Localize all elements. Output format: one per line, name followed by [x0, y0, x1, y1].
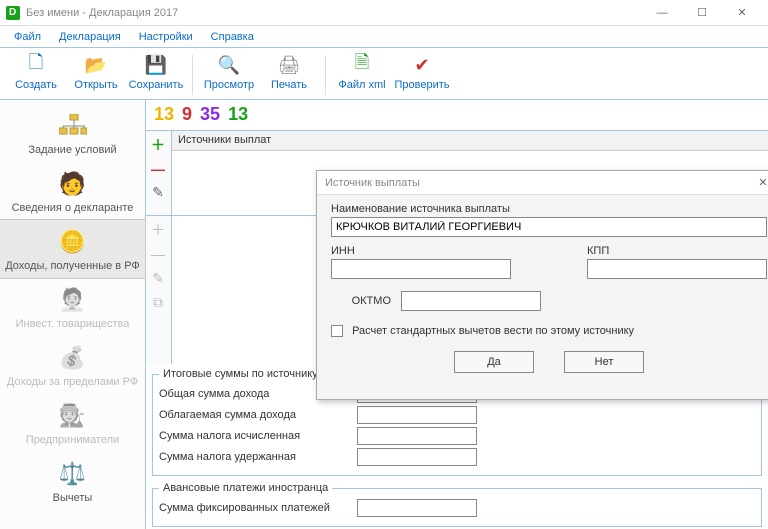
entries-buttons: ＋ ― ✎ ⧉ — [146, 216, 172, 364]
app-icon — [6, 6, 20, 20]
advance-legend: Авансовые платежи иностранца — [159, 482, 332, 494]
sidebar-item-entrepreneurs[interactable]: 🧑‍🏭 Предприниматели — [0, 394, 145, 452]
remove-entry-button[interactable]: ― — [148, 244, 168, 264]
maximize-button[interactable]: ☐ — [682, 0, 722, 26]
rate-tabs: 13 9 35 13 — [146, 100, 768, 130]
add-source-button[interactable]: ＋ — [148, 135, 168, 155]
menu-help[interactable]: Справка — [205, 29, 260, 45]
dialog-no-button[interactable]: Нет — [564, 351, 644, 373]
tax-calculated-field — [357, 427, 477, 445]
source-name-label: Наименование источника выплаты — [331, 203, 767, 215]
sources-buttons: ＋ ― ✎ — [146, 131, 172, 215]
edit-source-button[interactable]: ✎ — [148, 183, 168, 203]
fixed-payments-label: Сумма фиксированных платежей — [159, 502, 349, 514]
menu-file[interactable]: Файл — [8, 29, 47, 45]
dialog-close-button[interactable]: ✕ — [753, 176, 768, 189]
sidebar: Задание условий 🧑 Сведения о декларанте … — [0, 100, 146, 529]
kpp-input[interactable] — [587, 259, 767, 279]
print-icon: 🖨 — [277, 53, 301, 77]
menubar: Файл Декларация Настройки Справка — [0, 26, 768, 48]
titlebar: Без имени - Декларация 2017 — ☐ ✕ — [0, 0, 768, 26]
person-icon: 🧑 — [57, 168, 89, 200]
content: 13 9 35 13 ＋ ― ✎ Источники выплат ＋ ― ✎ … — [146, 100, 768, 529]
edit-entry-button[interactable]: ✎ — [148, 268, 168, 288]
toolbar-check[interactable]: ✔ Проверить — [392, 51, 452, 99]
inn-label: ИНН — [331, 245, 511, 257]
main-area: Задание условий 🧑 Сведения о декларанте … — [0, 100, 768, 529]
invest-icon: 🧑‍💼 — [57, 284, 89, 316]
copy-entry-button[interactable]: ⧉ — [148, 292, 168, 312]
toolbar-xml[interactable]: 🗎 Файл xml — [332, 51, 392, 99]
menu-settings[interactable]: Настройки — [133, 29, 199, 45]
fixed-payments-field — [357, 499, 477, 517]
remove-source-button[interactable]: ― — [148, 159, 168, 179]
toolbar-create[interactable]: 🗋 Создать — [6, 51, 66, 99]
inn-input[interactable] — [331, 259, 511, 279]
advance-fieldset: Авансовые платежи иностранца Сумма фикси… — [152, 482, 762, 527]
check-icon: ✔ — [410, 53, 434, 77]
source-name-input[interactable] — [331, 217, 767, 237]
save-icon: 💾 — [144, 53, 168, 77]
scales-icon: ⚖️ — [57, 458, 89, 490]
std-deductions-checkbox[interactable] — [331, 325, 343, 337]
toolbar-save[interactable]: 💾 Сохранить — [126, 51, 186, 99]
folder-open-icon: 📂 — [84, 53, 108, 77]
taxable-income-field — [357, 406, 477, 424]
std-deductions-label: Расчет стандартных вычетов вести по этом… — [352, 325, 634, 337]
sidebar-item-declarant[interactable]: 🧑 Сведения о декларанте — [0, 162, 145, 220]
sidebar-item-invest[interactable]: 🧑‍💼 Инвест. товарищества — [0, 278, 145, 336]
kpp-label: КПП — [587, 245, 767, 257]
toolbar-print[interactable]: 🖨 Печать — [259, 51, 319, 99]
add-entry-button[interactable]: ＋ — [148, 220, 168, 240]
sources-header: Источники выплат — [172, 131, 768, 151]
sidebar-item-income-abroad[interactable]: 💰 Доходы за пределами РФ — [0, 336, 145, 394]
rate-35[interactable]: 35 — [198, 104, 222, 125]
oktmo-input[interactable] — [401, 291, 541, 311]
close-button[interactable]: ✕ — [722, 0, 762, 26]
toolbar-open[interactable]: 📂 Открыть — [66, 51, 126, 99]
sidebar-item-conditions[interactable]: Задание условий — [0, 104, 145, 162]
toolbar-preview[interactable]: 🔍 Просмотр — [199, 51, 259, 99]
entrepreneur-icon: 🧑‍🏭 — [57, 400, 89, 432]
xml-file-icon: 🗎 — [350, 53, 374, 77]
toolbar: 🗋 Создать 📂 Открыть 💾 Сохранить 🔍 Просмо… — [0, 48, 768, 100]
preview-icon: 🔍 — [217, 53, 241, 77]
payment-source-dialog: Источник выплаты ✕ Наименование источник… — [316, 170, 768, 400]
rate-9[interactable]: 9 — [180, 104, 194, 125]
moneybag-icon: 💰 — [57, 342, 89, 374]
taxable-income-label: Облагаемая сумма дохода — [159, 409, 349, 421]
dialog-title: Источник выплаты — [325, 177, 420, 189]
oktmo-label: ОКТМО — [331, 295, 391, 307]
dialog-yes-button[interactable]: Да — [454, 351, 534, 373]
rate-13-b[interactable]: 13 — [226, 104, 250, 125]
minimize-button[interactable]: — — [642, 0, 682, 26]
coins-icon: 🪙 — [57, 226, 89, 258]
menu-declaration[interactable]: Декларация — [53, 29, 127, 45]
tax-withheld-label: Сумма налога удержанная — [159, 451, 349, 463]
rate-13-a[interactable]: 13 — [152, 104, 176, 125]
sidebar-item-deductions[interactable]: ⚖️ Вычеты — [0, 452, 145, 510]
window-title: Без имени - Декларация 2017 — [26, 7, 642, 19]
sidebar-item-income-rf[interactable]: 🪙 Доходы, полученные в РФ — [0, 219, 146, 279]
new-file-icon: 🗋 — [24, 53, 48, 77]
tax-calculated-label: Сумма налога исчисленная — [159, 430, 349, 442]
tax-withheld-field — [357, 448, 477, 466]
tree-icon — [57, 110, 89, 142]
